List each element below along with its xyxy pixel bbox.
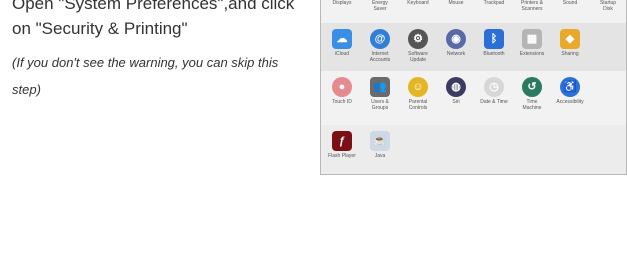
pref-pane-java[interactable]: ☕ Java [361, 131, 399, 159]
pref-pane-displays[interactable]: Displays [323, 0, 361, 6]
pref-pane-sound[interactable]: Sound [551, 0, 589, 6]
parental-icon: ☺ [408, 77, 428, 97]
pref-pane-accessibility[interactable]: ♿ Accessibility [551, 77, 589, 105]
pref-pane-label: Bluetooth [483, 51, 505, 57]
pref-pane-label: Trackpad [483, 0, 505, 6]
pref-pane-printers-scanners[interactable]: Printers & Scanners [513, 0, 551, 12]
pref-pane-mouse[interactable]: Mouse [437, 0, 475, 6]
bluetooth-icon: ᛒ [484, 29, 504, 49]
pref-pane-label: Accounts [369, 57, 391, 63]
pref-pane-parental-controls[interactable]: ☺ Parental Controls [399, 77, 437, 111]
java-icon: ☕ [370, 131, 390, 151]
pref-pane-icloud[interactable]: ☁ iCloud [323, 29, 361, 57]
sharing-icon: ◆ [560, 29, 580, 49]
pref-pane-internet-accounts[interactable]: @ Internet Accounts [361, 29, 399, 63]
pref-pane-bluetooth[interactable]: ᛒ Bluetooth [475, 29, 513, 57]
siri-icon: ◍ [446, 77, 466, 97]
pref-pane-label: Siri [452, 99, 460, 105]
pref-pane-startup-disk[interactable]: Startup Disk [589, 0, 626, 12]
accessibility-icon: ♿ [560, 77, 580, 97]
note-line-2: step) [12, 82, 41, 97]
pref-pane-label: Update [409, 57, 427, 63]
pref-pane-siri[interactable]: ◍ Siri [437, 77, 475, 105]
pref-pane-software-update[interactable]: ⚙ Software Update [399, 29, 437, 63]
at-sign-icon: @ [370, 29, 390, 49]
pref-pane-label: Mouse [448, 0, 464, 6]
pref-pane-extensions[interactable]: ▦ Extensions [513, 29, 551, 57]
pref-pane-label: Controls [408, 105, 428, 111]
prefs-row-internet: ☁ iCloud @ Internet Accounts ⚙ Software Update ◉… [321, 23, 626, 71]
pref-pane-time-machine[interactable]: ↺ Time Machine [513, 77, 551, 111]
pref-pane-label: Flash Player [328, 153, 356, 159]
pref-pane-keyboard[interactable]: Keyboard [399, 0, 437, 6]
gear-icon: ⚙ [408, 29, 428, 49]
pref-pane-label: Groups [371, 105, 389, 111]
pref-pane-energy-saver[interactable]: Energy Saver [361, 0, 399, 12]
pref-pane-label: Accessibility [556, 99, 584, 105]
pref-pane-label: Extensions [519, 51, 545, 57]
pref-pane-touch-id[interactable]: ● Touch ID [323, 77, 361, 105]
pref-pane-sharing[interactable]: ◆ Sharing [551, 29, 589, 57]
pref-pane-label: Date & Time [480, 99, 508, 105]
pref-pane-label: Sound [562, 0, 578, 6]
globe-icon: ◉ [446, 29, 466, 49]
pref-pane-label: Touch ID [332, 99, 352, 105]
pref-pane-label: Keyboard [407, 0, 429, 6]
puzzle-icon: ▦ [522, 29, 542, 49]
prefs-row-system: ● Touch ID 👥 Users & Groups ☺ Parental Controls… [321, 71, 626, 125]
clock-icon: ◷ [484, 77, 504, 97]
prefs-row-hardware: Displays Energy Saver Keyboard Mouse Trackpad… [321, 0, 626, 23]
instruction-line-2: on "Security & Printing" [12, 19, 188, 38]
pref-pane-users-groups[interactable]: 👥 Users & Groups [361, 77, 399, 111]
fingerprint-icon: ● [332, 77, 352, 97]
pref-pane-label: Disk [603, 6, 613, 12]
pref-pane-date-time[interactable]: ◷ Date & Time [475, 77, 513, 105]
prefs-row-other: ƒ Flash Player ☕ Java [321, 125, 626, 174]
pref-pane-label: iCloud [334, 51, 350, 57]
cloud-icon: ☁ [332, 29, 352, 49]
flash-icon: ƒ [332, 131, 352, 151]
pref-pane-label: Network [446, 51, 466, 57]
pref-pane-label: Displays [332, 0, 352, 6]
system-preferences-window: Displays Energy Saver Keyboard Mouse Trackpad… [320, 0, 627, 175]
pref-pane-network[interactable]: ◉ Network [437, 29, 475, 57]
pref-pane-flash-player[interactable]: ƒ Flash Player [323, 131, 361, 159]
instruction-line-1: Open "System Preferences",and click [12, 0, 295, 13]
pref-pane-label: Scanners [521, 6, 543, 12]
pref-pane-label: Saver [373, 6, 387, 12]
pref-pane-label: Java [374, 153, 386, 159]
note-line-1: (If you don't see the warning, you can s… [12, 55, 279, 70]
pref-pane-trackpad[interactable]: Trackpad [475, 0, 513, 6]
pref-pane-label: Machine [522, 105, 542, 111]
users-icon: 👥 [370, 77, 390, 97]
time-machine-icon: ↺ [522, 77, 542, 97]
pref-pane-label: Sharing [561, 51, 579, 57]
